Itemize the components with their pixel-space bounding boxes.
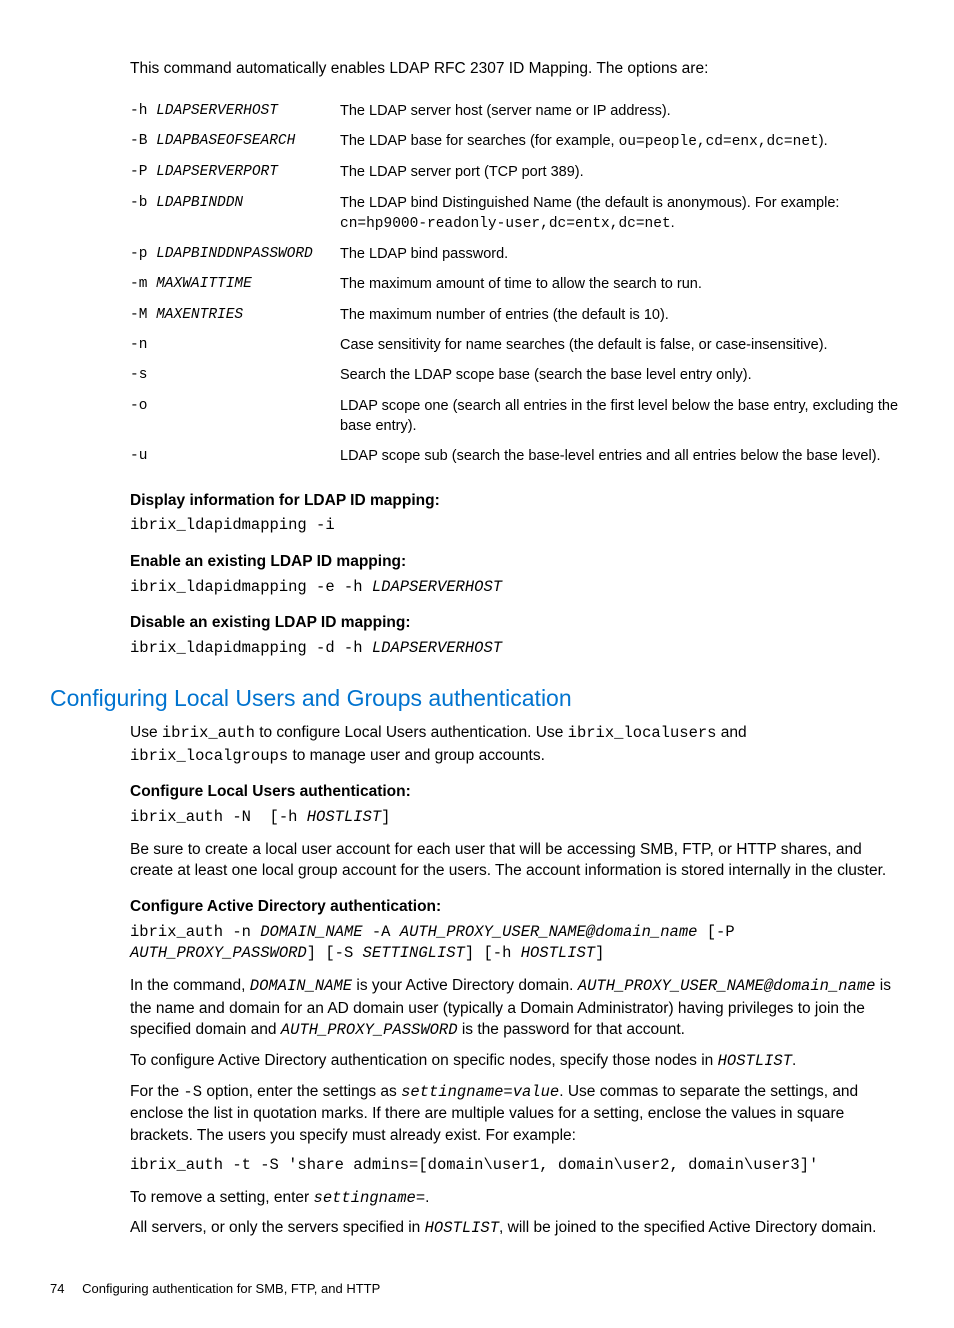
option-desc: The maximum number of entries (the defau…	[340, 300, 904, 330]
para-besure: Be sure to create a local user account f…	[130, 839, 904, 882]
table-row: -p LDAPBINDDNPASSWORDThe LDAP bind passw…	[130, 239, 904, 269]
intro-text: This command automatically enables LDAP …	[130, 58, 904, 80]
option-desc: The LDAP server host (server name or IP …	[340, 96, 904, 126]
option-desc: LDAP scope one (search all entries in th…	[340, 391, 904, 442]
option-flag: -b LDAPBINDDN	[130, 188, 340, 240]
table-row: -m MAXWAITTIMEThe maximum amount of time…	[130, 269, 904, 299]
option-desc: Case sensitivity for name searches (the …	[340, 330, 904, 360]
option-flag: -B LDAPBASEOFSEARCH	[130, 126, 340, 157]
option-flag: -o	[130, 391, 340, 442]
table-row: -b LDAPBINDDNThe LDAP bind Distinguished…	[130, 188, 904, 240]
option-flag: -m MAXWAITTIME	[130, 269, 340, 299]
subhead-ad: Configure Active Directory authenticatio…	[130, 896, 904, 918]
para-allservers: All servers, or only the servers specifi…	[130, 1217, 904, 1240]
para-specific-nodes: To configure Active Directory authentica…	[130, 1050, 904, 1073]
option-flag: -M MAXENTRIES	[130, 300, 340, 330]
cmd-display-info: ibrix_ldapidmapping -i	[130, 515, 904, 537]
subhead-display-info: Display information for LDAP ID mapping:	[130, 490, 904, 512]
para-use: Use ibrix_auth to configure Local Users …	[130, 722, 904, 767]
option-desc: The LDAP server port (TCP port 389).	[340, 157, 904, 187]
page-footer: 74 Configuring authentication for SMB, F…	[50, 1280, 904, 1298]
cmd-disable: ibrix_ldapidmapping -d -h LDAPSERVERHOST	[130, 638, 904, 660]
cmd-example-s: ibrix_auth -t -S 'share admins=[domain\u…	[130, 1155, 904, 1177]
subhead-disable: Disable an existing LDAP ID mapping:	[130, 612, 904, 634]
option-desc: The LDAP bind Distinguished Name (the de…	[340, 188, 904, 240]
page-content: This command automatically enables LDAP …	[130, 58, 904, 1240]
table-row: -oLDAP scope one (search all entries in …	[130, 391, 904, 442]
subhead-enable: Enable an existing LDAP ID mapping:	[130, 551, 904, 573]
option-flag: -u	[130, 441, 340, 471]
para-inc: In the command, DOMAIN_NAME is your Acti…	[130, 975, 904, 1042]
cmd-local-users: ibrix_auth -N [-h HOSTLIST]	[130, 807, 904, 829]
page-number: 74	[50, 1281, 64, 1296]
option-desc: The LDAP bind password.	[340, 239, 904, 269]
para-remove: To remove a setting, enter settingname=.	[130, 1187, 904, 1210]
table-row: -nCase sensitivity for name searches (th…	[130, 330, 904, 360]
option-flag: -s	[130, 360, 340, 390]
table-row: -h LDAPSERVERHOSTThe LDAP server host (s…	[130, 96, 904, 126]
options-table: -h LDAPSERVERHOSTThe LDAP server host (s…	[130, 96, 904, 472]
footer-title: Configuring authentication for SMB, FTP,…	[82, 1281, 380, 1296]
table-row: -M MAXENTRIESThe maximum number of entri…	[130, 300, 904, 330]
table-row: -P LDAPSERVERPORTThe LDAP server port (T…	[130, 157, 904, 187]
table-row: -sSearch the LDAP scope base (search the…	[130, 360, 904, 390]
cmd-ad: ibrix_auth -n DOMAIN_NAME -A AUTH_PROXY_…	[130, 922, 904, 965]
option-flag: -h LDAPSERVERHOST	[130, 96, 340, 126]
section-heading: Configuring Local Users and Groups authe…	[50, 682, 904, 714]
option-flag: -P LDAPSERVERPORT	[130, 157, 340, 187]
cmd-enable: ibrix_ldapidmapping -e -h LDAPSERVERHOST	[130, 577, 904, 599]
option-desc: Search the LDAP scope base (search the b…	[340, 360, 904, 390]
subhead-local-users: Configure Local Users authentication:	[130, 781, 904, 803]
option-desc: LDAP scope sub (search the base-level en…	[340, 441, 904, 471]
option-desc: The LDAP base for searches (for example,…	[340, 126, 904, 157]
option-desc: The maximum amount of time to allow the …	[340, 269, 904, 299]
option-flag: -n	[130, 330, 340, 360]
table-row: -B LDAPBASEOFSEARCHThe LDAP base for sea…	[130, 126, 904, 157]
para-s-option: For the -S option, enter the settings as…	[130, 1081, 904, 1147]
table-row: -uLDAP scope sub (search the base-level …	[130, 441, 904, 471]
option-flag: -p LDAPBINDDNPASSWORD	[130, 239, 340, 269]
